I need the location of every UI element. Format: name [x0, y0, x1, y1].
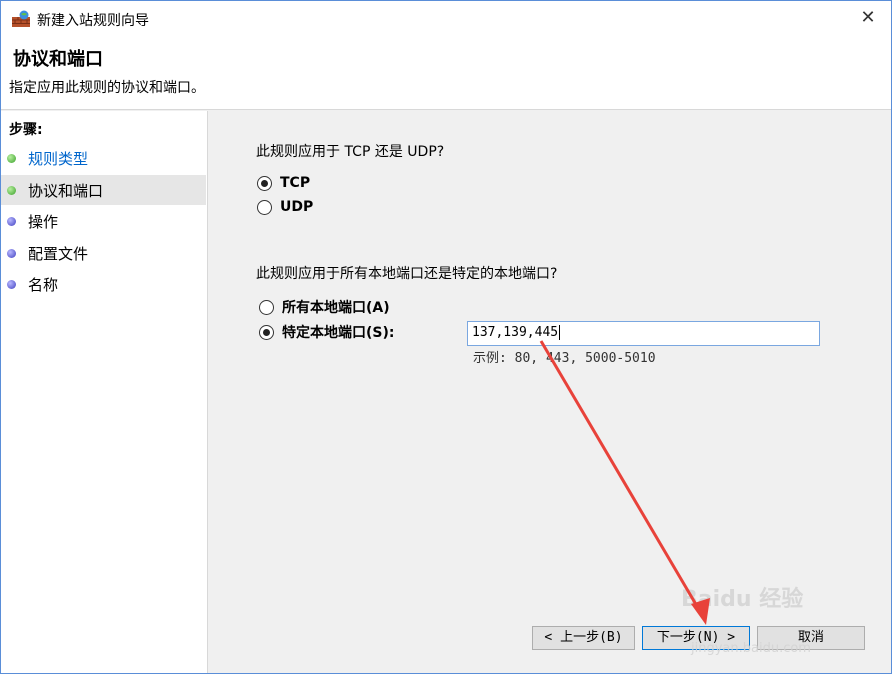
firewall-icon [12, 10, 30, 27]
close-icon: ✕ [860, 7, 876, 28]
sidebar-item-label: 协议和端口 [28, 181, 104, 200]
sidebar-item-name: 名称 [1, 269, 206, 299]
page-header: 协议和端口 指定应用此规则的协议和端口。 [1, 37, 891, 109]
protocol-question: 此规则应用于 TCP 还是 UDP? [256, 144, 445, 160]
radio-label: UDP [280, 199, 314, 215]
port-question: 此规则应用于所有本地端口还是特定的本地端口? [256, 266, 558, 282]
sidebar-item-label: 规则类型 [28, 149, 89, 168]
specific-ports-input[interactable]: 137,139,445 [467, 321, 820, 346]
radio-unchecked-icon [259, 299, 274, 315]
step-bullet-icon [7, 153, 16, 163]
page-title: 协议和端口 [13, 49, 103, 70]
step-bullet-icon [7, 185, 16, 195]
radio-checked-icon [257, 175, 272, 191]
radio-label: TCP [280, 175, 311, 191]
title-bar[interactable]: 新建入站规则向导 ✕ [1, 1, 891, 37]
close-button[interactable]: ✕ [845, 1, 891, 35]
watermark-url: jingyan.baidu.com [691, 641, 811, 656]
radio-checked-icon [259, 324, 274, 340]
radio-tcp[interactable]: TCP [257, 175, 310, 191]
back-button[interactable]: < 上一步(B) [532, 626, 635, 650]
watermark-logo: Baidu 经验 [681, 587, 804, 612]
page-subtitle: 指定应用此规则的协议和端口。 [9, 80, 205, 96]
sidebar-item-label: 配置文件 [28, 244, 89, 263]
steps-sidebar: 步骤: 规则类型 协议和端口 操作 配置文件 名称 [1, 111, 208, 673]
radio-all-ports[interactable]: 所有本地端口(A) [259, 297, 390, 317]
radio-unchecked-icon [257, 199, 272, 215]
sidebar-item-action: 操作 [1, 206, 206, 236]
step-bullet-icon [7, 216, 16, 226]
sidebar-item-label: 名称 [28, 275, 59, 294]
step-bullet-icon [7, 279, 16, 289]
sidebar-item-label: 操作 [28, 212, 59, 231]
wizard-window: 新建入站规则向导 ✕ 协议和端口 指定应用此规则的协议和端口。 步骤: 规则类型… [0, 0, 892, 674]
step-bullet-icon [7, 248, 16, 258]
sidebar-item-protocol-ports[interactable]: 协议和端口 [1, 175, 206, 205]
radio-label: 特定本地端口(S): [282, 325, 395, 341]
port-input-value: 137,139,445 [472, 325, 559, 340]
window-title: 新建入站规则向导 [37, 13, 149, 29]
radio-label: 所有本地端口(A) [282, 300, 390, 316]
sidebar-item-rule-type[interactable]: 规则类型 [1, 143, 206, 173]
port-example-hint: 示例: 80, 443, 5000-5010 [473, 351, 656, 366]
radio-udp[interactable]: UDP [257, 199, 313, 215]
sidebar-item-profile: 配置文件 [1, 238, 206, 268]
radio-specific-ports[interactable]: 特定本地端口(S): [259, 322, 394, 342]
steps-heading: 步骤: [9, 122, 43, 138]
header-divider [1, 109, 891, 110]
